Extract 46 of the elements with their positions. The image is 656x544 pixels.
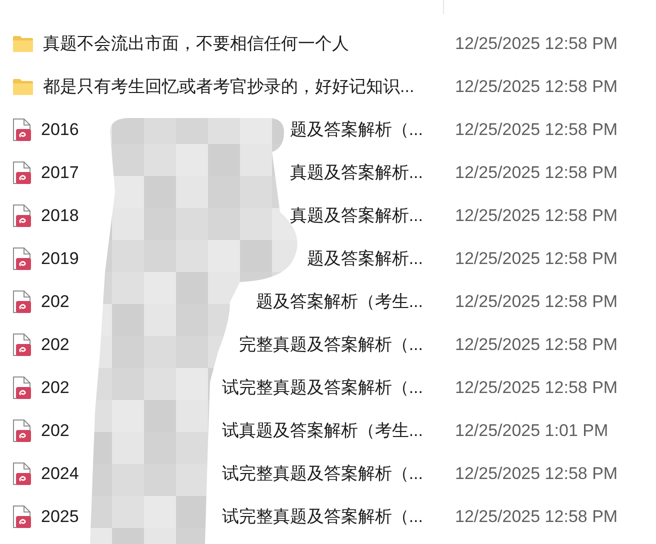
- pdf-file-icon: [12, 118, 32, 142]
- file-name: 题及答案解析（考生...: [256, 290, 423, 313]
- file-name: 真题及答案解析...: [290, 204, 423, 227]
- file-name: 2019: [41, 248, 79, 270]
- folder-icon: [12, 34, 34, 52]
- file-name: 202: [41, 334, 70, 356]
- file-name: 完整真题及答案解析（...: [238, 334, 423, 356]
- file-name: 题及答案解析...: [306, 248, 423, 270]
- modified-date: 12/25/2025 12:58 PM: [455, 118, 618, 141]
- file-name: 真题及答案解析...: [290, 162, 423, 184]
- modified-date: 12/25/2025 12:58 PM: [455, 32, 618, 55]
- modified-date: 12/25/2025 12:58 PM: [455, 506, 618, 528]
- pdf-file-icon: [12, 462, 32, 486]
- modified-date: 12/25/2025 1:01 PM: [455, 420, 608, 442]
- file-name: 试完整真题及答案解析（...: [222, 376, 423, 399]
- file-name: 2024: [41, 462, 79, 485]
- pdf-file-icon: [12, 504, 32, 528]
- file-name: 2018: [41, 204, 79, 227]
- file-name: 202: [41, 290, 70, 313]
- modified-date: 12/25/2025 12:58 PM: [455, 334, 618, 356]
- pdf-file-icon: [12, 204, 32, 228]
- pdf-file-icon: [12, 418, 32, 442]
- modified-date: 12/25/2025 12:58 PM: [455, 248, 618, 270]
- modified-date: 12/25/2025 12:58 PM: [455, 76, 618, 98]
- file-name: 202: [41, 376, 70, 399]
- file-name: 试真题及答案解析（考生...: [222, 420, 423, 442]
- file-name: 202: [41, 420, 70, 442]
- file-name: 都是只有考生回忆或者考官抄录的，好好记知识...: [43, 76, 414, 98]
- pdf-file-icon: [12, 290, 32, 314]
- file-name: 试完整真题及答案解析（...: [222, 462, 423, 485]
- pdf-file-icon: [12, 376, 32, 400]
- pdf-file-icon: [12, 246, 32, 270]
- file-name: 题及答案解析（...: [290, 118, 423, 141]
- pdf-file-icon: [12, 332, 32, 356]
- pdf-file-icon: [12, 160, 32, 184]
- modified-date: 12/25/2025 12:58 PM: [455, 290, 618, 313]
- modified-date: 12/25/2025 12:58 PM: [455, 204, 618, 227]
- file-name: 试完整真题及答案解析（...: [222, 506, 423, 528]
- modified-date: 12/25/2025 12:58 PM: [455, 376, 618, 399]
- modified-date: 12/25/2025 12:58 PM: [455, 462, 618, 485]
- file-name: 2016: [41, 118, 79, 141]
- file-name: 2017: [41, 162, 79, 184]
- modified-date: 12/25/2025 12:58 PM: [455, 162, 618, 184]
- file-name: 真题不会流出市面，不要相信任何一个人: [43, 32, 349, 55]
- folder-icon: [12, 78, 34, 96]
- file-name: 2025: [41, 506, 79, 528]
